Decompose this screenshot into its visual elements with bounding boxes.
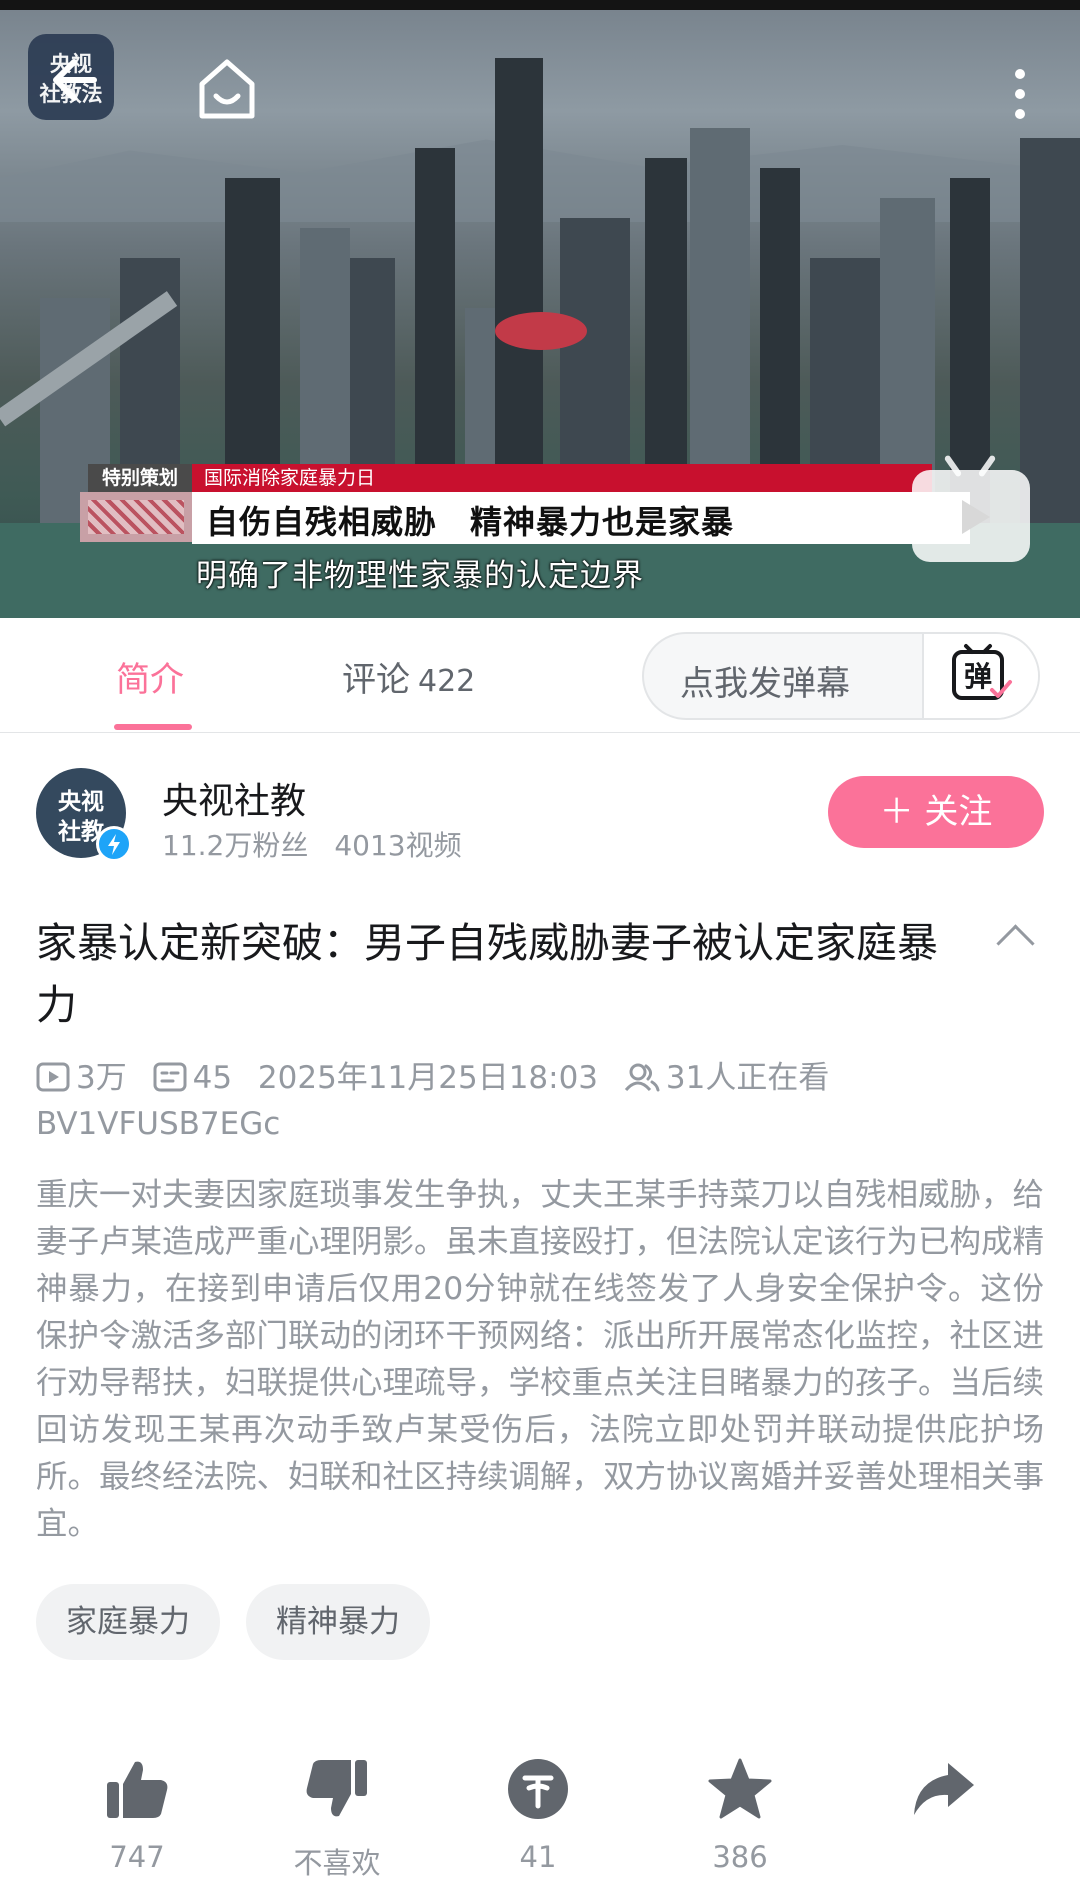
- tab-intro[interactable]: 简介: [116, 652, 184, 701]
- danmu-settings-button[interactable]: 弹: [922, 634, 1038, 718]
- video-bvid[interactable]: BV1VFUSB7EGc: [36, 1106, 280, 1142]
- viewers-icon: [624, 1063, 660, 1092]
- dislike-button[interactable]: 不喜欢: [262, 1752, 412, 1882]
- coin-button[interactable]: 41: [463, 1752, 613, 1874]
- status-bar-strip: [0, 0, 1080, 10]
- tag-list: 家庭暴力 精神暴力: [36, 1584, 430, 1660]
- uploader-name[interactable]: 央视社教: [162, 772, 306, 824]
- share-button[interactable]: [868, 1752, 1018, 1826]
- watching-count: 31人正在看: [624, 1052, 829, 1097]
- uploader-videos: 4013视频: [334, 829, 462, 862]
- favorite-button[interactable]: 386: [665, 1752, 815, 1874]
- thumbs-down-icon: [306, 1760, 367, 1817]
- lower-third-topic: 国际消除家庭暴力日: [192, 464, 932, 492]
- publish-datetime: 2025年11月25日18:03: [257, 1060, 599, 1096]
- coin-icon: [508, 1759, 568, 1819]
- more-vertical-icon[interactable]: [1006, 66, 1034, 126]
- video-title: 家暴认定新突破：男子自残威胁妻子被认定家庭暴力: [36, 919, 938, 1029]
- thumbs-up-icon: [107, 1761, 168, 1818]
- danmu-icon: 弹: [952, 644, 1012, 700]
- share-icon: [914, 1763, 974, 1815]
- like-button[interactable]: 747: [62, 1752, 212, 1874]
- play-count-value: 3万: [76, 1060, 127, 1096]
- danmu-input[interactable]: 点我发弹幕 弹: [642, 632, 1040, 720]
- tab-comments-count: 422: [418, 664, 476, 699]
- back-arrow-icon[interactable]: [48, 56, 98, 108]
- avatar-text-line1: 央视: [58, 789, 104, 815]
- tv-icon[interactable]: [912, 454, 1030, 562]
- like-count: 747: [109, 1840, 165, 1874]
- danmaku-count: 45: [153, 1060, 232, 1096]
- danmu-placeholder: 点我发弹幕: [680, 664, 850, 704]
- video-player[interactable]: 央视 社教法 特别策划 国际消除家庭暴力日 自伤自残相威胁 精神暴力也是家暴 明…: [0, 0, 1080, 618]
- tag-chip[interactable]: 精神暴力: [246, 1584, 430, 1660]
- verified-badge-icon: [96, 826, 132, 862]
- uploader-stats: 11.2万粉丝 4013视频: [162, 824, 462, 864]
- danmaku-count-value: 45: [192, 1060, 233, 1096]
- tab-active-indicator: [114, 724, 192, 730]
- home-icon[interactable]: [196, 56, 258, 126]
- dislike-label: 不喜欢: [293, 1846, 381, 1880]
- coin-count: 41: [519, 1840, 557, 1874]
- star-icon: [708, 1758, 772, 1819]
- video-description: 重庆一对夫妻因家庭琐事发生争执，丈夫王某手持菜刀以自残相威胁，给妻子卢某造成严重…: [36, 1177, 1045, 1542]
- chevron-up-icon[interactable]: [996, 924, 1035, 963]
- danmaku-icon: [153, 1062, 187, 1092]
- tag-chip[interactable]: 家庭暴力: [36, 1584, 220, 1660]
- favorite-count: 386: [712, 1840, 768, 1874]
- lower-third-headline: 自伤自残相威胁 精神暴力也是家暴: [206, 503, 735, 541]
- danmu-icon-char: 弹: [964, 660, 992, 693]
- play-count: 3万: [36, 1052, 127, 1097]
- video-meta: 3万 45 2025年11月25日18:03 31人正在看: [36, 1052, 845, 1097]
- follow-button[interactable]: ＋ 关注: [828, 776, 1044, 848]
- lower-third-logo: [80, 492, 192, 542]
- play-icon: [36, 1062, 70, 1092]
- uploader-fans: 11.2万粉丝: [162, 829, 309, 862]
- tab-bar: 简介 评论 422 点我发弹幕 弹: [0, 618, 1080, 733]
- tab-comments-label: 评论: [342, 660, 410, 700]
- lower-third-bar: 特别策划 国际消除家庭暴力日: [88, 464, 932, 492]
- video-subtitle: 明确了非物理性家暴的认定边界: [196, 558, 644, 594]
- watching-count-value: 31人正在看: [665, 1060, 830, 1096]
- video-frame-red-roof: [495, 312, 587, 350]
- lower-third-tag: 特别策划: [88, 464, 192, 492]
- action-bar: 747 不喜欢 41 386: [0, 1752, 1080, 1891]
- tab-comments[interactable]: 评论 422: [342, 652, 475, 701]
